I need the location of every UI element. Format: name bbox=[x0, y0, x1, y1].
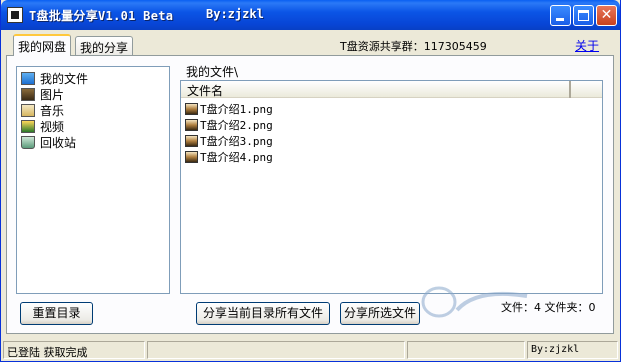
title-bar[interactable]: T盘批量分享V1.01 Beta By:zjzkl ✕ bbox=[1, 0, 620, 30]
tree-item-my-files[interactable]: 我的文件 bbox=[21, 70, 88, 86]
file-name: T盘介绍1.png bbox=[200, 103, 273, 116]
image-file-icon bbox=[185, 135, 198, 147]
music-icon bbox=[21, 103, 35, 117]
tree-item-video[interactable]: 视频 bbox=[21, 118, 64, 134]
current-path: 我的文件\ bbox=[186, 65, 239, 79]
file-row[interactable]: T盘介绍4.png bbox=[185, 149, 273, 165]
status-cell-login: 已登陆 获取完成 bbox=[3, 341, 145, 359]
close-icon: ✕ bbox=[600, 7, 613, 23]
pictures-icon bbox=[21, 87, 35, 101]
file-name: T盘介绍2.png bbox=[200, 119, 273, 132]
load-status: 获取完成 bbox=[43, 346, 88, 359]
window-title-author: By:zjzkl bbox=[206, 7, 264, 21]
status-bar: 已登陆 获取完成 By:zjzkl bbox=[1, 339, 620, 361]
file-name: T盘介绍4.png bbox=[200, 151, 273, 164]
tree-item-label: 视频 bbox=[40, 119, 65, 134]
reset-directory-button[interactable]: 重置目录 bbox=[20, 302, 93, 325]
column-header-filename[interactable]: 文件名 bbox=[181, 81, 571, 98]
tree-item-label: 回收站 bbox=[40, 135, 77, 150]
tab-my-disk[interactable]: 我的网盘 bbox=[13, 34, 72, 56]
image-file-icon bbox=[185, 103, 198, 115]
status-cell-2 bbox=[147, 341, 405, 359]
share-all-files-button[interactable]: 分享当前目录所有文件 bbox=[196, 302, 330, 325]
folder-tree[interactable]: 我的文件 图片 音乐 视频 回收站 bbox=[16, 66, 170, 294]
tree-item-music[interactable]: 音乐 bbox=[21, 102, 64, 118]
tree-item-label: 我的文件 bbox=[40, 71, 89, 86]
tree-item-pictures[interactable]: 图片 bbox=[21, 86, 64, 102]
status-cell-author: By:zjzkl bbox=[527, 341, 618, 359]
tab-my-shares[interactable]: 我的分享 bbox=[75, 36, 134, 55]
login-status: 已登陆 bbox=[7, 346, 40, 359]
file-list[interactable]: 文件名 T盘介绍1.png T盘介绍2.png T盘介绍3.png T盘介绍4.… bbox=[180, 80, 603, 294]
status-cell-3 bbox=[407, 341, 525, 359]
folder-files-icon bbox=[21, 71, 35, 85]
list-header: 文件名 bbox=[181, 81, 602, 98]
about-link[interactable]: 关于 bbox=[575, 37, 599, 54]
window-title: T盘批量分享V1.01 Beta bbox=[29, 9, 174, 23]
file-row[interactable]: T盘介绍2.png bbox=[185, 117, 273, 133]
image-file-icon bbox=[185, 151, 198, 163]
file-row[interactable]: T盘介绍3.png bbox=[185, 133, 273, 149]
video-icon bbox=[21, 119, 35, 133]
maximize-button[interactable] bbox=[573, 5, 594, 26]
recycle-bin-icon bbox=[21, 135, 35, 149]
maximize-icon bbox=[578, 10, 589, 21]
close-button[interactable]: ✕ bbox=[596, 5, 617, 26]
file-name: T盘介绍3.png bbox=[200, 135, 273, 148]
app-window: T盘批量分享V1.01 Beta By:zjzkl ✕ 我的分享 我的网盘 T盘… bbox=[0, 0, 621, 362]
tree-item-label: 音乐 bbox=[40, 103, 65, 118]
tree-item-label: 图片 bbox=[40, 87, 65, 102]
minimize-button[interactable] bbox=[550, 5, 571, 26]
tree-item-recycle-bin[interactable]: 回收站 bbox=[21, 134, 76, 150]
group-info: T盘资源共享群：117305459 bbox=[340, 40, 487, 53]
file-row[interactable]: T盘介绍1.png bbox=[185, 101, 273, 117]
minimize-icon bbox=[556, 18, 564, 21]
image-file-icon bbox=[185, 119, 198, 131]
share-selected-button[interactable]: 分享所选文件 bbox=[340, 302, 420, 325]
file-folder-counts: 文件：4 文件夹：0 bbox=[501, 301, 596, 314]
app-icon bbox=[7, 7, 23, 23]
